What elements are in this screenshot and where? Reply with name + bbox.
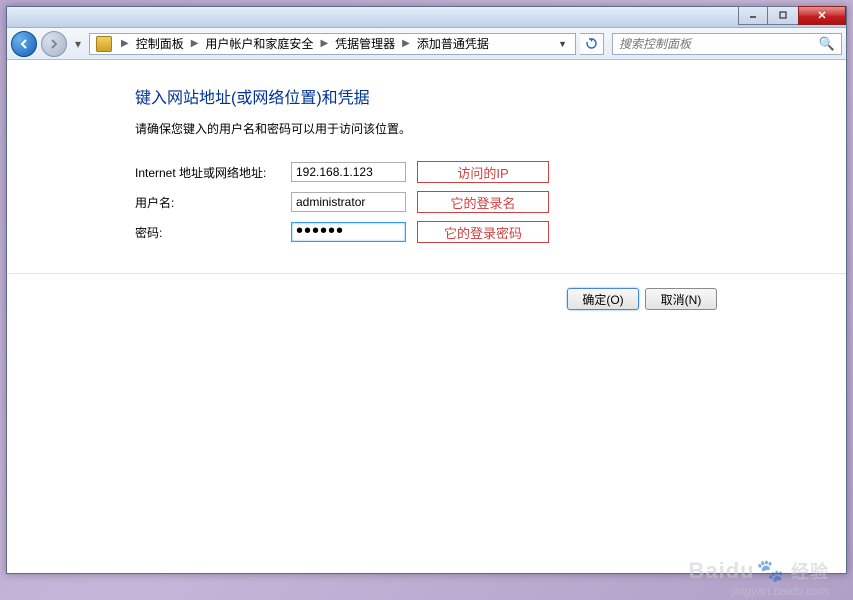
back-button[interactable] — [11, 31, 37, 57]
breadcrumb-item[interactable]: 添加普通凭据 — [415, 35, 491, 52]
nav-history-dropdown[interactable]: ▾ — [71, 34, 85, 54]
ok-button[interactable]: 确定(O) — [567, 288, 639, 310]
chevron-right-icon: ▶ — [191, 38, 199, 49]
password-label: 密码: — [135, 224, 285, 241]
folder-icon — [96, 36, 112, 52]
username-label: 用户名: — [135, 194, 285, 211]
username-input[interactable] — [291, 192, 406, 212]
content-area: 键入网站地址(或网络位置)和凭据 请确保您键入的用户名和密码可以用于访问该位置。… — [7, 60, 846, 573]
window-controls — [738, 7, 846, 28]
paw-icon: 🐾 — [757, 558, 785, 584]
password-hint: 它的登录密码 — [417, 221, 549, 243]
minimize-button[interactable] — [738, 6, 768, 25]
address-hint: 访问的IP — [417, 161, 549, 183]
credential-form: Internet 地址或网络地址: 访问的IP 用户名: 它的登录名 密码: •… — [135, 161, 846, 243]
chevron-right-icon: ▶ — [320, 38, 328, 49]
watermark: Baidu🐾经验 jingyan.baidu.com — [688, 558, 829, 598]
close-button[interactable] — [798, 6, 846, 25]
maximize-button[interactable] — [768, 6, 798, 25]
cancel-button[interactable]: 取消(N) — [645, 288, 717, 310]
username-hint: 它的登录名 — [417, 191, 549, 213]
breadcrumb-item[interactable]: 用户帐户和家庭安全 — [203, 35, 315, 52]
address-label: Internet 地址或网络地址: — [135, 164, 285, 181]
search-box[interactable]: 🔍 — [612, 33, 842, 55]
search-icon[interactable]: 🔍 — [819, 36, 835, 52]
button-row: 确定(O) 取消(N) — [135, 288, 846, 310]
window-frame: ▾ ▶ 控制面板 ▶ 用户帐户和家庭安全 ▶ 凭据管理器 ▶ 添加普通凭据 ▼ … — [6, 6, 847, 574]
search-input[interactable] — [619, 37, 819, 51]
titlebar — [7, 7, 846, 28]
address-input[interactable] — [291, 162, 406, 182]
nav-toolbar: ▾ ▶ 控制面板 ▶ 用户帐户和家庭安全 ▶ 凭据管理器 ▶ 添加普通凭据 ▼ … — [7, 28, 846, 60]
divider — [7, 273, 846, 274]
refresh-button[interactable] — [580, 33, 604, 55]
password-input[interactable]: •••••• — [291, 222, 406, 242]
page-heading: 键入网站地址(或网络位置)和凭据 — [135, 84, 846, 108]
forward-button[interactable] — [41, 31, 67, 57]
chevron-right-icon: ▶ — [402, 38, 410, 49]
breadcrumb[interactable]: ▶ 控制面板 ▶ 用户帐户和家庭安全 ▶ 凭据管理器 ▶ 添加普通凭据 ▼ — [89, 33, 576, 55]
breadcrumb-item[interactable]: 凭据管理器 — [333, 35, 397, 52]
chevron-right-icon: ▶ — [121, 38, 129, 49]
breadcrumb-item[interactable]: 控制面板 — [134, 35, 186, 52]
page-subtext: 请确保您键入的用户名和密码可以用于访问该位置。 — [135, 120, 846, 137]
breadcrumb-dropdown[interactable]: ▼ — [551, 39, 573, 49]
